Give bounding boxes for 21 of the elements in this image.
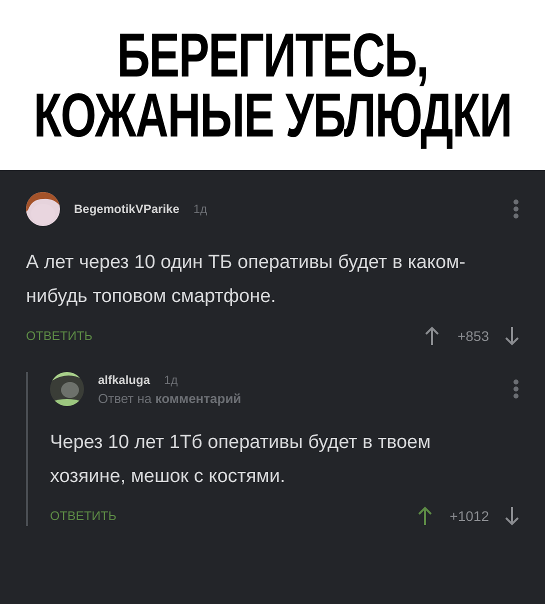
comment-score: +853 [457,328,489,344]
more-icon [513,379,519,399]
reply-to-text: Ответ на комментарий [98,390,242,406]
reply-button[interactable]: ОТВЕТИТЬ [26,329,92,343]
comment-age: 1д [193,202,208,216]
more-button[interactable] [513,199,519,219]
comment-text: А лет через 10 один ТБ оперативы будет в каком-нибудь топовом смартфоне. [26,251,466,309]
author-name[interactable]: BegemotikVParike [74,202,180,216]
more-icon [513,199,519,219]
upvote-button[interactable] [425,326,440,346]
upvote-button[interactable] [418,506,432,526]
reply-button[interactable]: ОТВЕТИТЬ [50,509,116,523]
more-button[interactable] [513,379,519,399]
comment-score: +1012 [450,508,489,524]
downvote-button[interactable] [505,506,519,526]
avatar-icon [26,192,60,226]
comment-text: Через 10 лет 1Тб оперативы будет в твоем хозяине, мешок с костями. [50,431,432,489]
avatar-icon [50,372,84,406]
comment-age: 1д [164,372,178,386]
author-name[interactable]: alfkaluga [98,372,150,386]
downvote-button[interactable] [505,326,519,346]
